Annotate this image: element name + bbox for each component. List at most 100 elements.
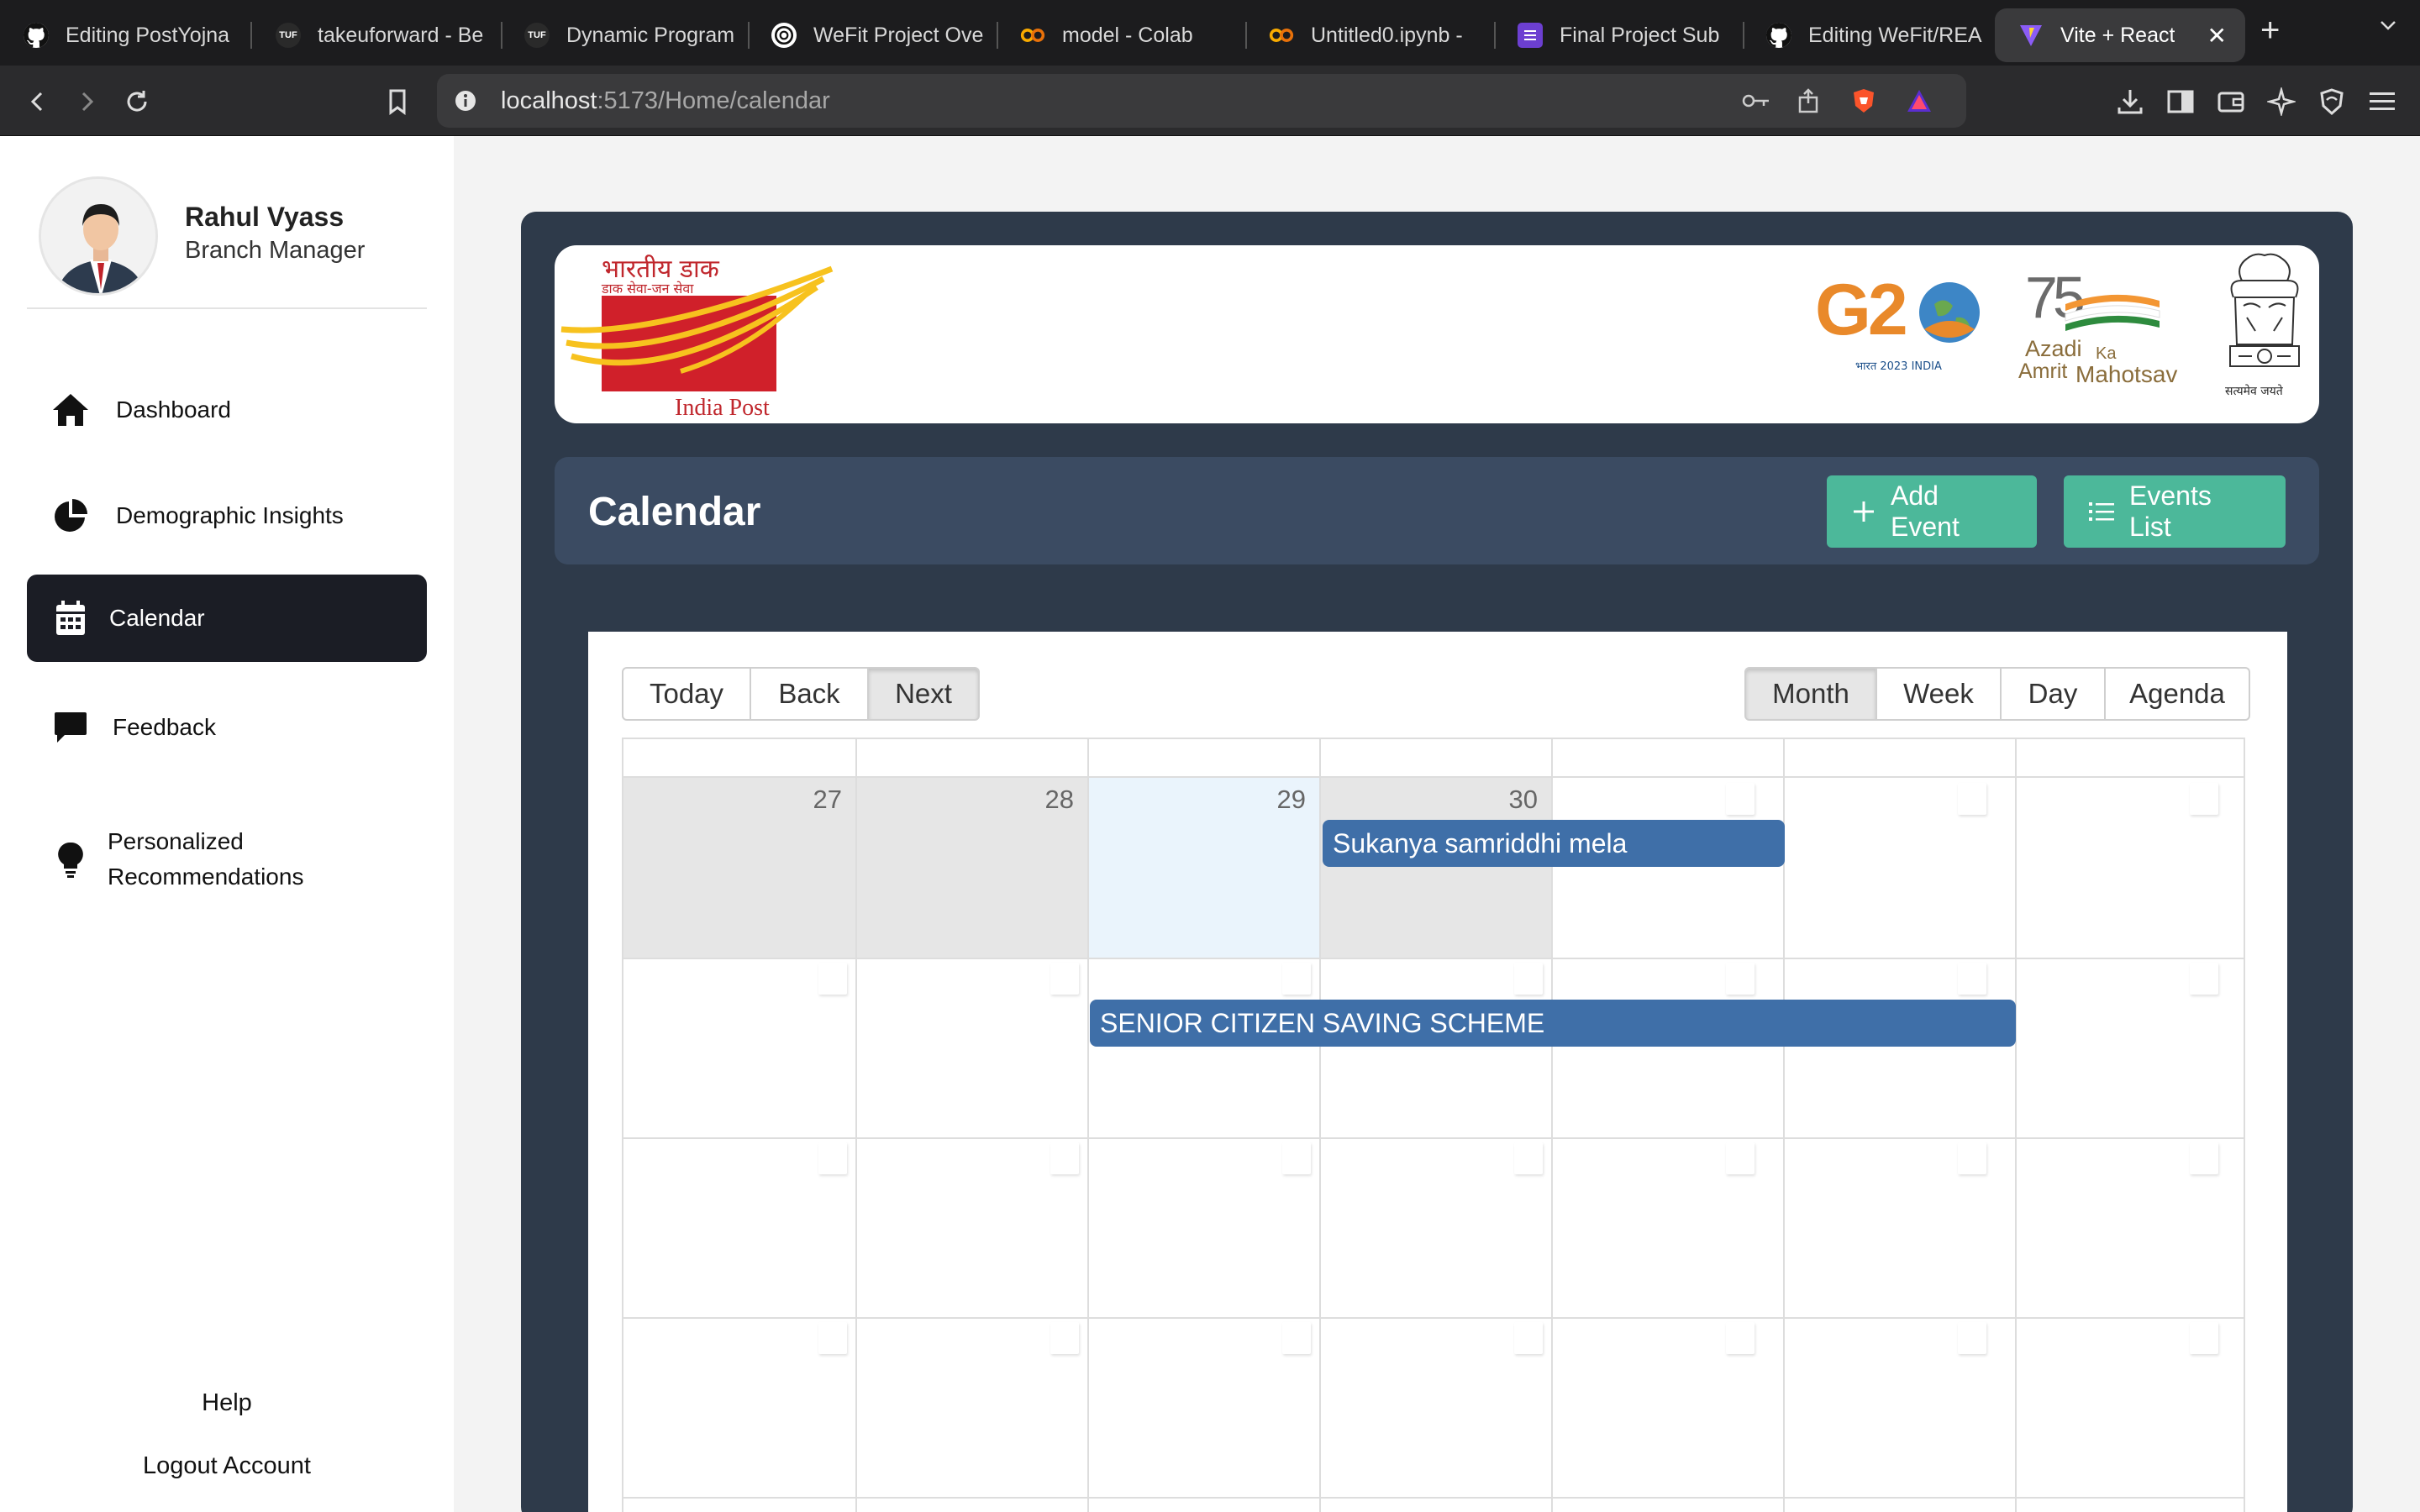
sidebar-item-demographic-insights[interactable]: Demographic Insights	[27, 472, 427, 559]
tab-dynamic-programming[interactable]: TUF Dynamic Program	[501, 8, 753, 62]
date-label-box[interactable]	[2190, 1142, 2218, 1174]
date-label-box[interactable]	[1726, 1142, 1754, 1174]
date-label-box[interactable]	[1050, 963, 1079, 995]
grid-line	[1319, 739, 1321, 1512]
tab-vite-react[interactable]: Vite + React ✕	[1995, 8, 2245, 62]
sidebar-item-dashboard[interactable]: Dashboard	[27, 366, 427, 454]
rewards-triangle-icon[interactable]	[1904, 86, 1934, 116]
sidebar-item-label: Demographic Insights	[116, 502, 344, 528]
brave-shield-icon[interactable]	[1849, 86, 1879, 116]
date-label-box[interactable]	[1282, 963, 1311, 995]
logout-link[interactable]: Logout Account	[0, 1452, 454, 1480]
sidebar-item-feedback[interactable]: Feedback	[27, 684, 427, 771]
openai-icon	[771, 23, 797, 48]
date-label-box[interactable]	[1514, 1322, 1543, 1354]
tab-label: WeFit Project Ove	[813, 23, 984, 47]
back-arrow-icon[interactable]	[20, 84, 55, 119]
date-label-box[interactable]	[1958, 783, 1986, 815]
vpn-shield-icon[interactable]	[2314, 84, 2349, 119]
date-label-box[interactable]	[1282, 1322, 1311, 1354]
date-label-box[interactable]	[1514, 1142, 1543, 1174]
browser-tab-bar: Editing PostYojna TUF takeuforward - Be …	[0, 0, 2420, 66]
sidebar-item-personalized-recommendations[interactable]: Personalized Recommendations	[27, 808, 427, 911]
profile-name: Rahul Vyass	[185, 202, 345, 232]
sidebar-item-calendar[interactable]: Calendar	[27, 575, 427, 662]
date-label-box[interactable]	[1726, 783, 1754, 815]
date-label-box[interactable]	[1050, 1322, 1079, 1354]
date-label-box[interactable]	[1050, 1142, 1079, 1174]
url-text[interactable]: localhost:5173/Home/calendar	[501, 87, 830, 115]
agenda-view-button[interactable]: Agenda	[2104, 667, 2250, 721]
next-button[interactable]: Next	[867, 667, 980, 721]
calendar-event[interactable]: SENIOR CITIZEN SAVING SCHEME	[1090, 1000, 2016, 1047]
date-label-box[interactable]	[2190, 1322, 2218, 1354]
lightbulb-icon	[50, 839, 91, 879]
grid-line	[623, 1317, 2244, 1319]
hamburger-menu-icon[interactable]	[2365, 84, 2400, 119]
sidebar-toggle-icon[interactable]	[2163, 84, 2198, 119]
help-link[interactable]: Help	[0, 1389, 454, 1417]
calendar-nav-group: Today Back Next	[622, 667, 980, 721]
tab-editing-wefit[interactable]: Editing WeFit/REA	[1743, 8, 1995, 62]
date-number[interactable]: 30	[1496, 785, 1538, 815]
events-list-button[interactable]: Events List	[2064, 475, 2286, 548]
avatar	[39, 176, 158, 296]
tuf-icon: TUF	[524, 23, 550, 48]
date-label-box[interactable]	[2190, 783, 2218, 815]
week-view-button[interactable]: Week	[1876, 667, 2002, 721]
g20-caption: भारत 2023 INDIA	[1855, 360, 1942, 373]
date-number[interactable]: 29	[1264, 785, 1306, 815]
tab-editing-postyojna[interactable]: Editing PostYojna	[0, 8, 252, 62]
month-view-button[interactable]: Month	[1744, 667, 1877, 721]
tab-final-project[interactable]: Final Project Sub	[1494, 8, 1746, 62]
date-label-box[interactable]	[1726, 963, 1754, 995]
add-event-button[interactable]: Add Event	[1827, 475, 2037, 548]
date-label-box[interactable]	[1514, 963, 1543, 995]
chevron-down-icon[interactable]	[2378, 15, 2398, 35]
tab-label: takeuforward - Be	[318, 23, 484, 47]
leo-ai-icon[interactable]	[2264, 84, 2299, 119]
close-icon[interactable]: ✕	[2207, 22, 2227, 50]
date-number[interactable]: 27	[800, 785, 842, 815]
forward-arrow-icon[interactable]	[69, 84, 104, 119]
emblem-motto: सत्यमेव जयते	[2225, 385, 2283, 398]
browser-toolbar: localhost:5173/Home/calendar	[0, 66, 2420, 136]
date-label-box[interactable]	[818, 963, 847, 995]
day-view-button[interactable]: Day	[2000, 667, 2106, 721]
tab-label: Dynamic Program	[566, 23, 735, 47]
date-label-box[interactable]	[1958, 1322, 1986, 1354]
grid-line	[1087, 739, 1089, 1512]
tab-untitled-ipynb[interactable]: Untitled0.ipynb -	[1245, 8, 1497, 62]
date-label-box[interactable]	[1958, 963, 1986, 995]
wallet-icon[interactable]	[2213, 84, 2249, 119]
calendar-header-bar: Calendar Add Event Events List	[555, 457, 2319, 564]
g20-logo: G2 भारत 2023 INDIA	[1815, 269, 1991, 386]
list-icon	[2089, 501, 2114, 522]
tab-wefit-project[interactable]: WeFit Project Ove	[748, 8, 1000, 62]
sidebar-item-label: Dashboard	[116, 396, 231, 423]
date-label-box[interactable]	[818, 1142, 847, 1174]
date-number[interactable]: 28	[1032, 785, 1074, 815]
calendar-event[interactable]: Sukanya samriddhi mela	[1323, 820, 1785, 867]
g20-text: G2	[1815, 270, 1908, 350]
date-label-box[interactable]	[2190, 963, 2218, 995]
today-button[interactable]: Today	[622, 667, 751, 721]
reload-icon[interactable]	[119, 84, 155, 119]
address-bar[interactable]: localhost:5173/Home/calendar	[437, 74, 1966, 128]
grid-line	[623, 958, 2244, 959]
tab-label: Editing WeFit/REA	[1808, 23, 1982, 47]
new-tab-button[interactable]: +	[2260, 12, 2280, 50]
bookmark-icon[interactable]	[380, 84, 415, 119]
back-button[interactable]: Back	[750, 667, 869, 721]
tab-model-colab[interactable]: model - Colab	[997, 8, 1249, 62]
date-label-box[interactable]	[1282, 1142, 1311, 1174]
date-label-box[interactable]	[1726, 1322, 1754, 1354]
download-icon[interactable]	[2112, 84, 2148, 119]
key-icon[interactable]	[1741, 86, 1771, 116]
share-icon[interactable]	[1793, 86, 1823, 116]
page-title: Calendar	[588, 490, 761, 534]
date-label-box[interactable]	[1958, 1142, 1986, 1174]
info-icon[interactable]	[450, 86, 481, 116]
tab-takeuforward[interactable]: TUF takeuforward - Be	[252, 8, 504, 62]
date-label-box[interactable]	[818, 1322, 847, 1354]
